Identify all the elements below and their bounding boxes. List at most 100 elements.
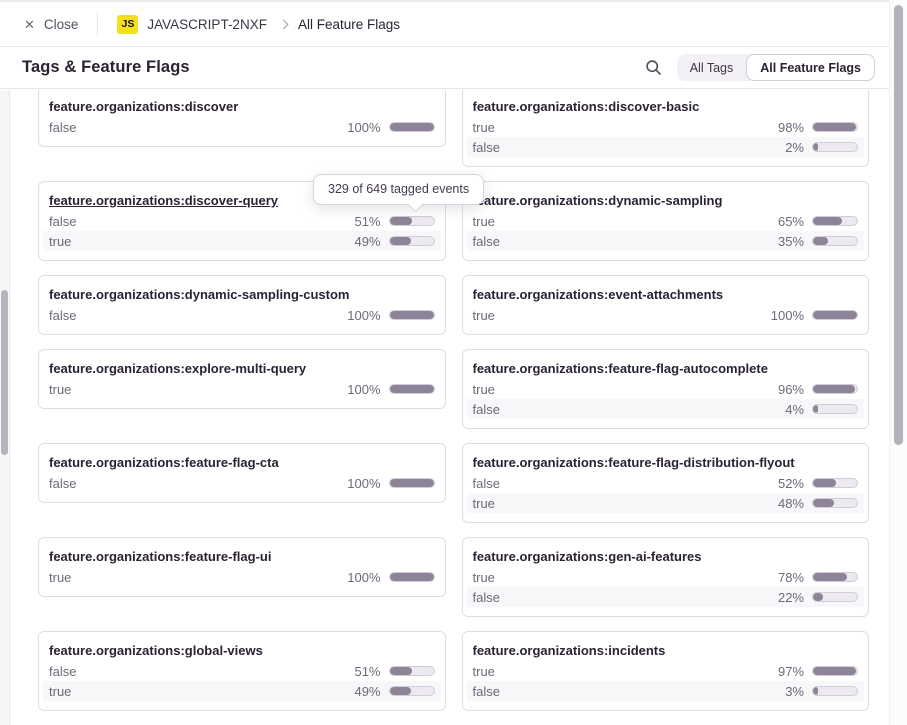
flag-distribution-bar <box>389 310 435 320</box>
tab-all-feature-flags[interactable]: All Feature Flags <box>746 54 875 81</box>
flag-value-row: true98% <box>467 117 865 137</box>
feature-flag-name[interactable]: feature.organizations:feature-flag-ui <box>49 547 435 567</box>
flag-distribution-bar <box>812 236 858 246</box>
close-button[interactable]: ✕ Close <box>24 17 78 32</box>
flag-value-percent: 65% <box>764 214 804 229</box>
feature-flag-name[interactable]: feature.organizations:feature-flag-cta <box>49 453 435 473</box>
flag-value-percent: 49% <box>341 684 381 699</box>
feature-flag-card: feature.organizations:feature-flag-autoc… <box>462 349 870 429</box>
flag-distribution-bar-fill <box>390 311 434 319</box>
flag-distribution-bar-fill <box>390 667 412 675</box>
left-scrollbar-track[interactable] <box>0 90 10 725</box>
feature-flag-name[interactable]: feature.organizations:dynamic-sampling <box>473 191 859 211</box>
flag-value-percent: 78% <box>764 570 804 585</box>
feature-flag-name[interactable]: feature.organizations:discover <box>49 97 435 117</box>
flag-distribution-bar-fill <box>813 405 818 413</box>
chevron-right-icon <box>279 19 289 29</box>
flag-distribution-bar <box>389 572 435 582</box>
feature-flag-name[interactable]: feature.organizations:feature-flag-distr… <box>473 453 859 473</box>
flag-value-percent: 100% <box>341 120 381 135</box>
feature-flag-card: feature.organizations:event-attachmentst… <box>462 275 870 335</box>
feature-flag-card: feature.organizations:discover-basictrue… <box>462 90 870 167</box>
flag-distribution-bar <box>389 686 435 696</box>
flag-distribution-bar-fill <box>813 217 842 225</box>
flag-value-label: false <box>473 140 765 155</box>
flag-value-percent: 96% <box>764 382 804 397</box>
feature-flag-name[interactable]: feature.organizations:gen-ai-features <box>473 547 859 567</box>
flag-value-label: false <box>49 308 341 323</box>
flag-distribution-bar-fill <box>813 499 834 507</box>
search-button[interactable] <box>643 57 664 78</box>
flag-distribution-bar-fill <box>813 479 836 487</box>
flag-distribution-bar <box>812 498 858 508</box>
flag-value-row: false2% <box>467 137 865 157</box>
flag-value-row: false52% <box>467 473 865 493</box>
flag-distribution-bar-fill <box>390 479 434 487</box>
flag-distribution-bar <box>389 384 435 394</box>
feature-flag-name[interactable]: feature.organizations:event-attachments <box>473 285 859 305</box>
tab-all-tags[interactable]: All Tags <box>677 54 747 81</box>
feature-flag-card: feature.organizations:feature-flag-uitru… <box>38 537 446 597</box>
flag-value-row: false100% <box>43 117 441 137</box>
flag-value-label: false <box>49 476 341 491</box>
flag-value-percent: 100% <box>341 308 381 323</box>
flag-distribution-bar-fill <box>390 385 434 393</box>
feature-flag-name[interactable]: feature.organizations:global-views <box>49 641 435 661</box>
feature-flag-name[interactable]: feature.organizations:feature-flag-autoc… <box>473 359 859 379</box>
flag-value-row: true100% <box>43 567 441 587</box>
flag-distribution-bar-fill <box>813 237 828 245</box>
flag-distribution-bar-fill <box>813 573 847 581</box>
flag-value-row: false3% <box>467 681 865 701</box>
flag-distribution-bar <box>812 216 858 226</box>
flag-distribution-bar <box>389 216 435 226</box>
flag-distribution-bar-fill <box>813 123 856 131</box>
flag-value-label: true <box>473 570 765 585</box>
feature-flag-name[interactable]: feature.organizations:incidents <box>473 641 859 661</box>
flag-distribution-bar-fill <box>813 143 818 151</box>
flag-value-percent: 100% <box>341 570 381 585</box>
flag-value-label: true <box>473 382 765 397</box>
flag-distribution-bar <box>812 592 858 602</box>
flag-distribution-bar-fill <box>813 687 818 695</box>
breadcrumb-current: All Feature Flags <box>298 17 400 32</box>
feature-flag-name[interactable]: feature.organizations:discover-basic <box>473 97 859 117</box>
flag-distribution-bar <box>812 122 858 132</box>
flag-distribution-bar-fill <box>390 573 434 581</box>
feature-flag-card: feature.organizations:feature-flag-cta fa… <box>38 443 446 503</box>
flag-value-row: true49% <box>43 231 441 251</box>
feature-flag-card: feature.organizations:global-viewsfalse5… <box>38 631 446 711</box>
flag-value-percent: 49% <box>341 234 381 249</box>
flag-value-row: false51% <box>43 661 441 681</box>
right-scrollbar-thumb[interactable] <box>894 5 903 445</box>
flag-distribution-bar <box>812 384 858 394</box>
flag-value-row: true78% <box>467 567 865 587</box>
left-scrollbar-thumb[interactable] <box>1 290 8 455</box>
right-scrollbar-track[interactable] <box>889 0 907 725</box>
breadcrumb-project[interactable]: JAVASCRIPT-2NXF <box>147 17 267 32</box>
flag-value-percent: 98% <box>764 120 804 135</box>
flag-value-percent: 2% <box>764 140 804 155</box>
flag-value-row: true100% <box>467 305 865 325</box>
close-label: Close <box>44 17 79 32</box>
javascript-platform-icon: JS <box>117 15 138 34</box>
flag-value-label: true <box>49 684 341 699</box>
feature-flag-name[interactable]: feature.organizations:explore-multi-quer… <box>49 359 435 379</box>
flag-value-label: true <box>473 664 765 679</box>
flag-value-label: true <box>49 234 341 249</box>
flag-distribution-bar-fill <box>813 385 855 393</box>
flag-distribution-bar-fill <box>390 687 412 695</box>
tagged-events-tooltip: 329 of 649 tagged events <box>313 174 484 205</box>
feature-flag-card: feature.organizations:incidentstrue97%fa… <box>462 631 870 711</box>
flag-distribution-bar <box>812 572 858 582</box>
flag-value-label: true <box>49 570 341 585</box>
feature-flag-name[interactable]: feature.organizations:dynamic-sampling-c… <box>49 285 435 305</box>
flag-value-row: true100% <box>43 379 441 399</box>
flag-value-label: false <box>473 476 765 491</box>
flag-distribution-bar-fill <box>390 217 412 225</box>
flag-value-row: true97% <box>467 661 865 681</box>
flag-distribution-bar <box>812 666 858 676</box>
view-toggle: All Tags All Feature Flags <box>677 54 875 81</box>
feature-flag-card: feature.organizations:gen-ai-featurestru… <box>462 537 870 617</box>
flag-value-percent: 52% <box>764 476 804 491</box>
flag-value-label: false <box>49 664 341 679</box>
